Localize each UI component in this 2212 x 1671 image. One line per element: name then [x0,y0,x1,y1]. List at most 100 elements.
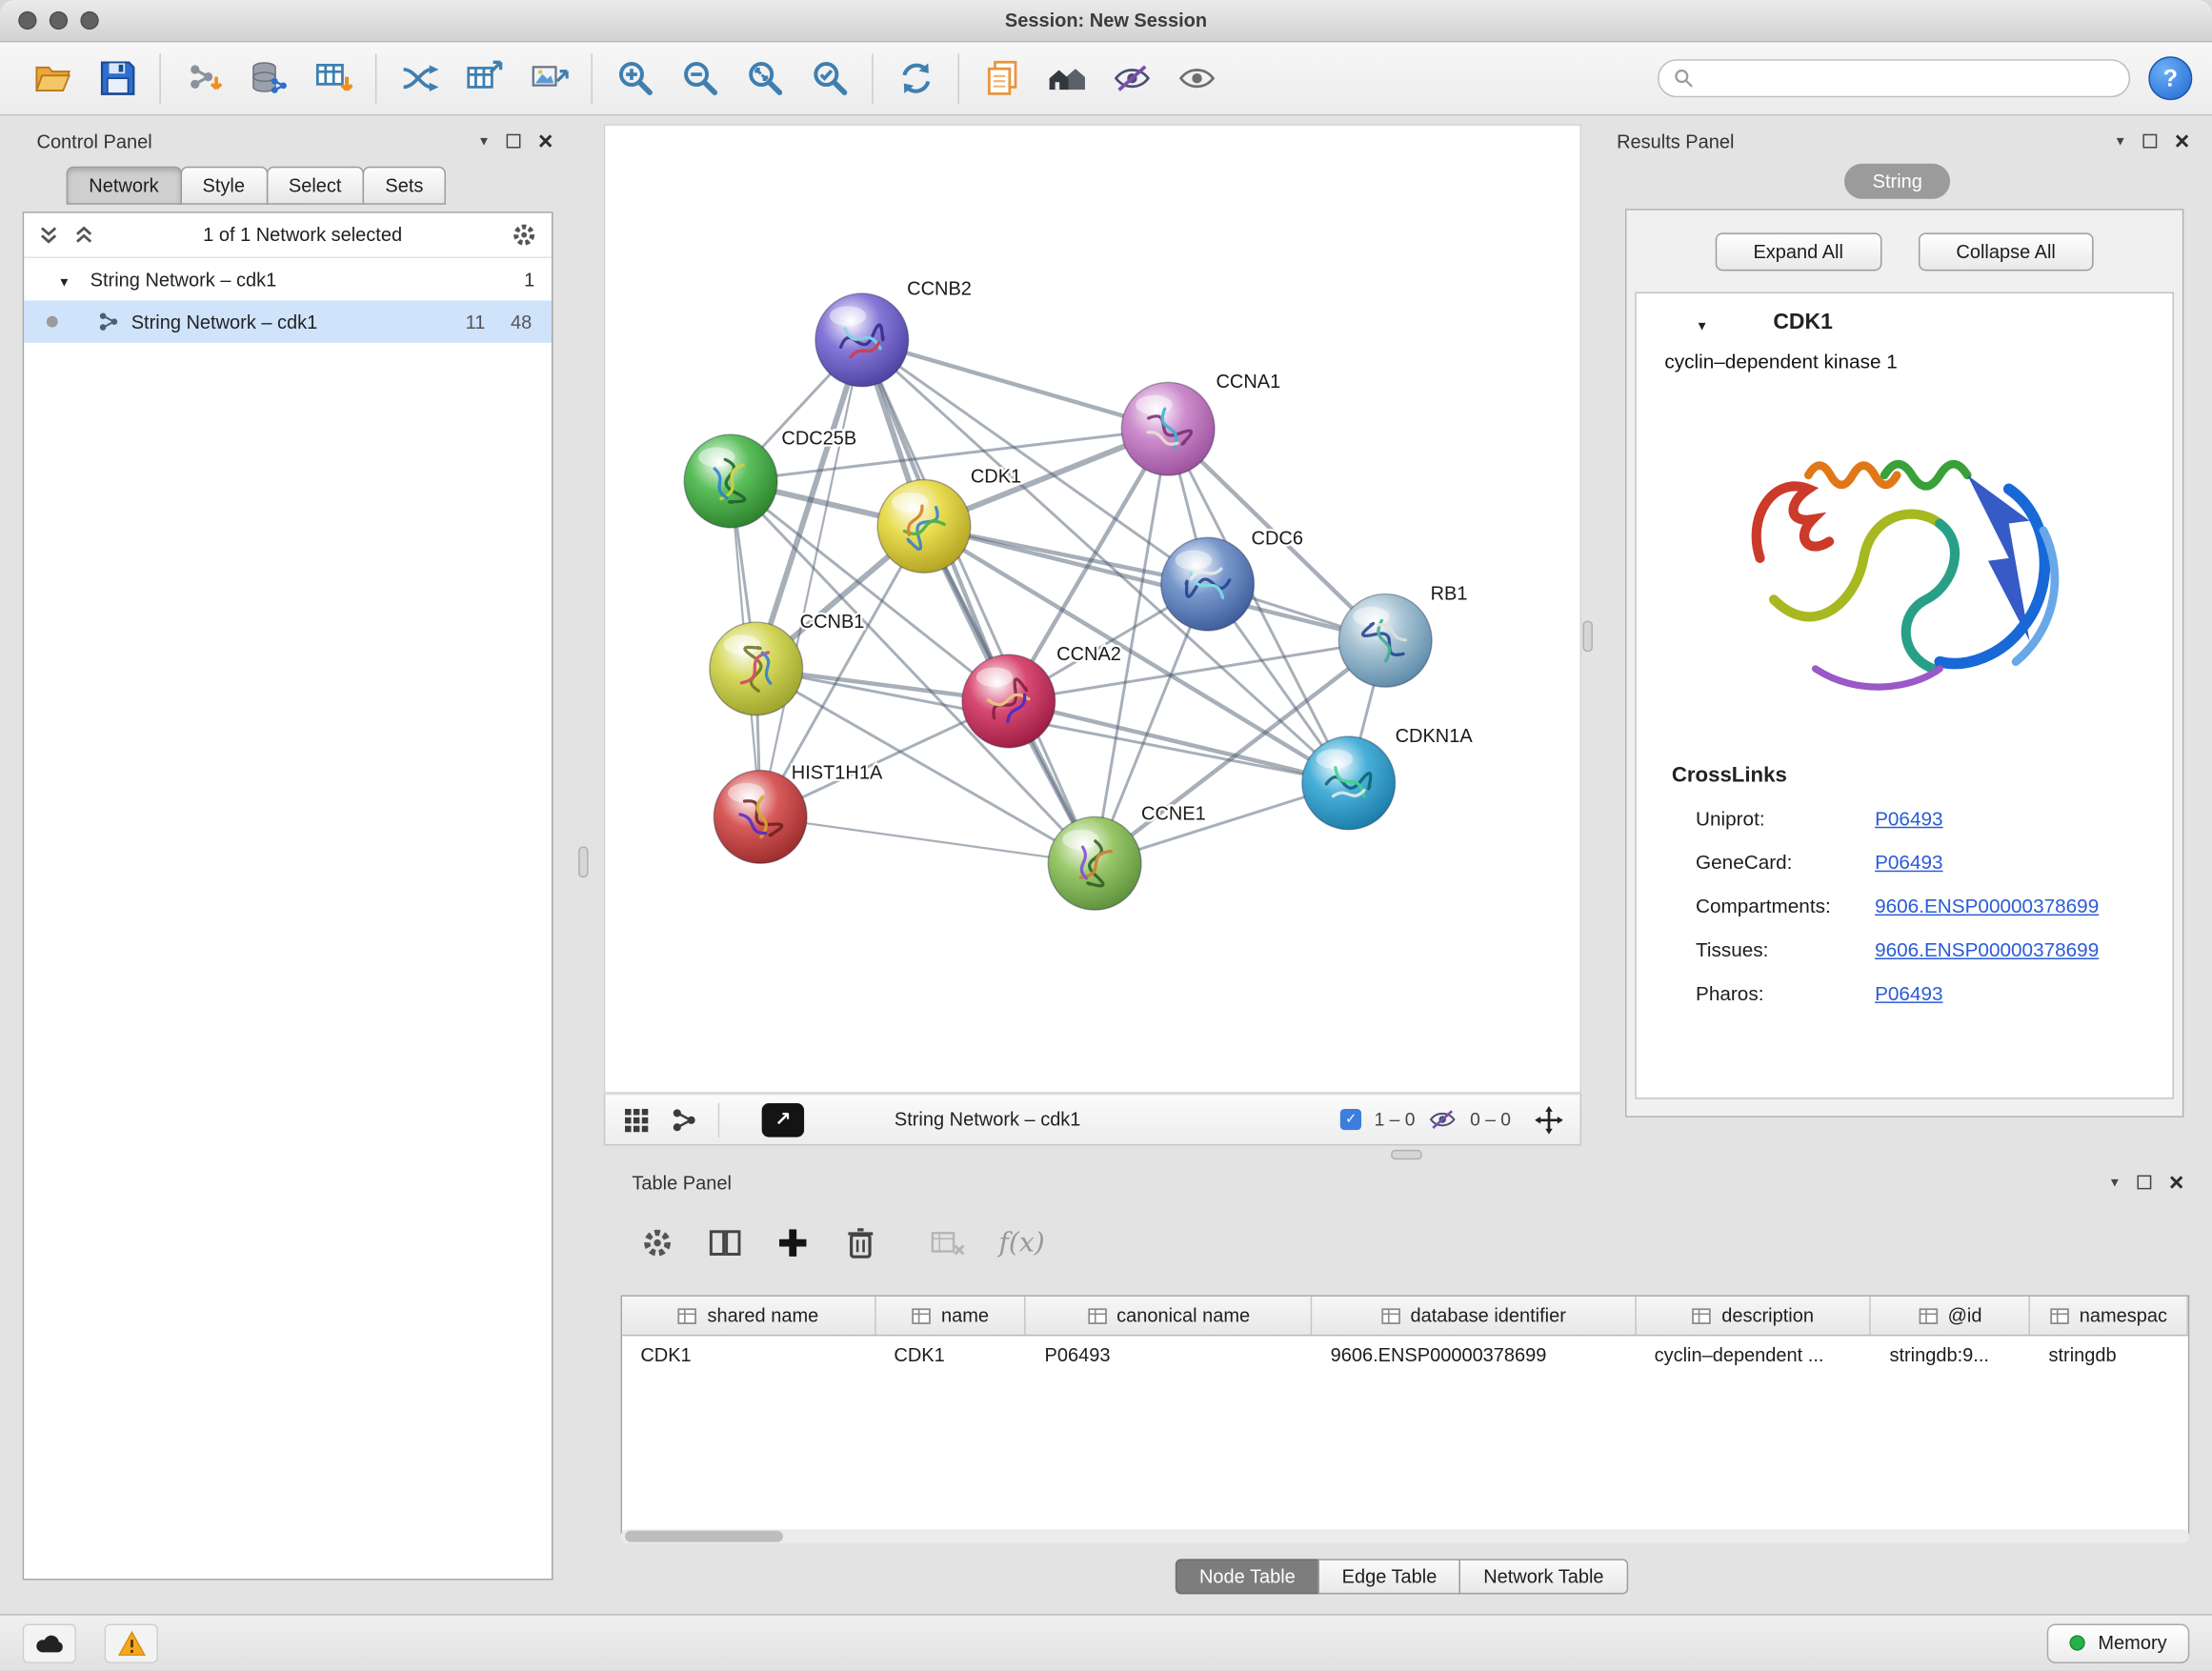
collapse-all-button[interactable]: Collapse All [1918,232,2093,271]
tab-string[interactable]: String [1844,164,1950,199]
export-image-icon[interactable] [516,49,581,108]
network-node-CCNB2[interactable] [815,293,909,387]
new-network-icon[interactable] [387,49,452,108]
splitter-handle-bottom[interactable] [1391,1150,1422,1159]
column-header-description[interactable]: description [1636,1297,1871,1335]
tab-edge-table[interactable]: Edge Table [1317,1559,1460,1594]
network-collection-row[interactable]: String Network – cdk1 1 [24,258,552,300]
column-header-canonical-name[interactable]: canonical name [1026,1297,1312,1335]
scrollbar-track[interactable] [621,1529,2190,1543]
panel-close-icon[interactable] [2175,134,2190,149]
expand-all-button[interactable]: Expand All [1715,232,1880,271]
save-icon[interactable] [85,49,150,108]
import-table-icon[interactable] [300,49,365,108]
tab-select[interactable]: Select [266,167,364,205]
delete-column-icon[interactable] [844,1226,878,1260]
search-box[interactable] [1658,59,2130,97]
show-columns-icon[interactable] [708,1226,742,1260]
crosslink-tissues-link[interactable]: 9606.ENSP00000378699 [1875,937,2099,960]
splitter-handle-left[interactable] [578,847,588,878]
network-node-CDK1[interactable] [877,479,971,573]
zoom-selected-icon[interactable] [797,49,862,108]
network-node-CDKN1A[interactable] [1302,736,1396,830]
import-network-file-icon[interactable] [171,49,235,108]
expand-all-icon[interactable] [73,224,94,245]
selected-nodes-checkbox[interactable] [1340,1109,1361,1130]
horizontal-scrollbar[interactable] [621,1529,2190,1543]
panel-menu-icon[interactable] [2108,1176,2121,1190]
column-header-name[interactable]: name [875,1297,1026,1335]
tree-expander-icon[interactable] [58,269,70,290]
table-cell[interactable]: stringdb [2030,1344,2188,1365]
node-label: CDC25B [781,428,856,449]
panel-menu-icon[interactable] [477,134,490,149]
search-input[interactable] [1704,67,2115,91]
crosslink-compartments-link[interactable]: 9606.ENSP00000378699 [1875,894,2099,916]
network-node-CDC25B[interactable] [684,434,777,528]
crosslink-uniprot-link[interactable]: P06493 [1875,806,1942,829]
network-graph[interactable]: CCNB2CCNA1CDC25BCDK1CDC6RB1CCNB1CCNA2CDK… [605,126,1579,1092]
tab-network[interactable]: Network [67,167,182,205]
memory-button[interactable]: Memory [2047,1623,2189,1662]
table-cell[interactable]: CDK1 [875,1344,1026,1365]
network-node-CCNA1[interactable] [1121,382,1215,475]
hide-selected-eye-icon[interactable] [1099,49,1164,108]
zoom-fit-icon[interactable] [733,49,797,108]
tab-style[interactable]: Style [180,167,268,205]
network-node-CDC6[interactable] [1161,537,1255,631]
help-button[interactable] [2148,56,2192,100]
table-cell[interactable]: stringdb:9... [1871,1344,2030,1365]
crosslink-pharos-link[interactable]: P06493 [1875,981,1942,1004]
scrollbar-thumb[interactable] [625,1531,783,1542]
tab-network-table[interactable]: Network Table [1459,1559,1628,1594]
panel-float-icon[interactable] [2138,1176,2152,1190]
column-header-shared-name[interactable]: shared name [622,1297,875,1335]
network-row-selected[interactable]: String Network – cdk1 11 48 [24,300,552,342]
splitter-handle-right[interactable] [1583,621,1593,653]
crosslink-genecard-link[interactable]: P06493 [1875,850,1942,873]
folder-open-icon[interactable] [20,49,85,108]
import-network-database-icon[interactable] [235,49,300,108]
network-node-CCNE1[interactable] [1048,816,1141,910]
panel-float-icon[interactable] [507,134,521,149]
table-cell[interactable]: CDK1 [622,1344,875,1365]
add-column-icon[interactable] [775,1226,810,1260]
zoom-out-icon[interactable] [667,49,732,108]
hidden-eye-icon[interactable] [1428,1109,1458,1130]
function-builder-icon[interactable]: f(x) [998,1227,1044,1258]
table-row[interactable]: CDK1CDK1P064939606.ENSP00000378699cyclin… [622,1336,2188,1374]
table-cell[interactable]: 9606.ENSP00000378699 [1312,1344,1636,1365]
panel-menu-icon[interactable] [2114,134,2126,149]
grid-view-icon[interactable] [622,1105,651,1134]
network-view-icon[interactable] [670,1105,698,1134]
cloud-icon[interactable] [23,1623,76,1662]
column-header--id[interactable]: @id [1871,1297,2030,1335]
panel-float-icon[interactable] [2143,134,2158,149]
network-canvas[interactable]: CCNB2CCNA1CDC25BCDK1CDC6RB1CCNB1CCNA2CDK… [604,124,1581,1093]
network-node-CCNB1[interactable] [710,622,803,715]
refresh-icon[interactable] [883,49,948,108]
network-node-CCNA2[interactable] [962,654,1056,748]
tab-sets[interactable]: Sets [363,167,446,205]
new-table-icon[interactable] [452,49,516,108]
gear-icon[interactable] [511,221,537,248]
birdseye-view-button[interactable] [762,1102,804,1137]
table-cell[interactable]: cyclin–dependent ... [1636,1344,1871,1365]
column-header-namespac[interactable]: namespac [2030,1297,2188,1335]
table-settings-gear-icon[interactable] [640,1226,674,1260]
panel-close-icon[interactable] [2169,1176,2184,1190]
gene-collapse-icon[interactable] [1696,312,1708,333]
show-all-eye-icon[interactable] [1164,49,1229,108]
zoom-in-icon[interactable] [602,49,667,108]
network-node-HIST1H1A[interactable] [714,771,807,864]
column-header-database-identifier[interactable]: database identifier [1312,1297,1636,1335]
collapse-all-icon[interactable] [38,224,59,245]
table-cell[interactable]: P06493 [1026,1344,1312,1365]
home-icon[interactable] [1034,49,1098,108]
warning-icon[interactable] [105,1623,158,1662]
panel-close-icon[interactable] [538,134,553,149]
tab-node-table[interactable]: Node Table [1176,1559,1319,1594]
annotations-icon[interactable] [969,49,1034,108]
network-node-RB1[interactable] [1338,594,1432,687]
pan-move-icon[interactable] [1523,1105,1562,1134]
